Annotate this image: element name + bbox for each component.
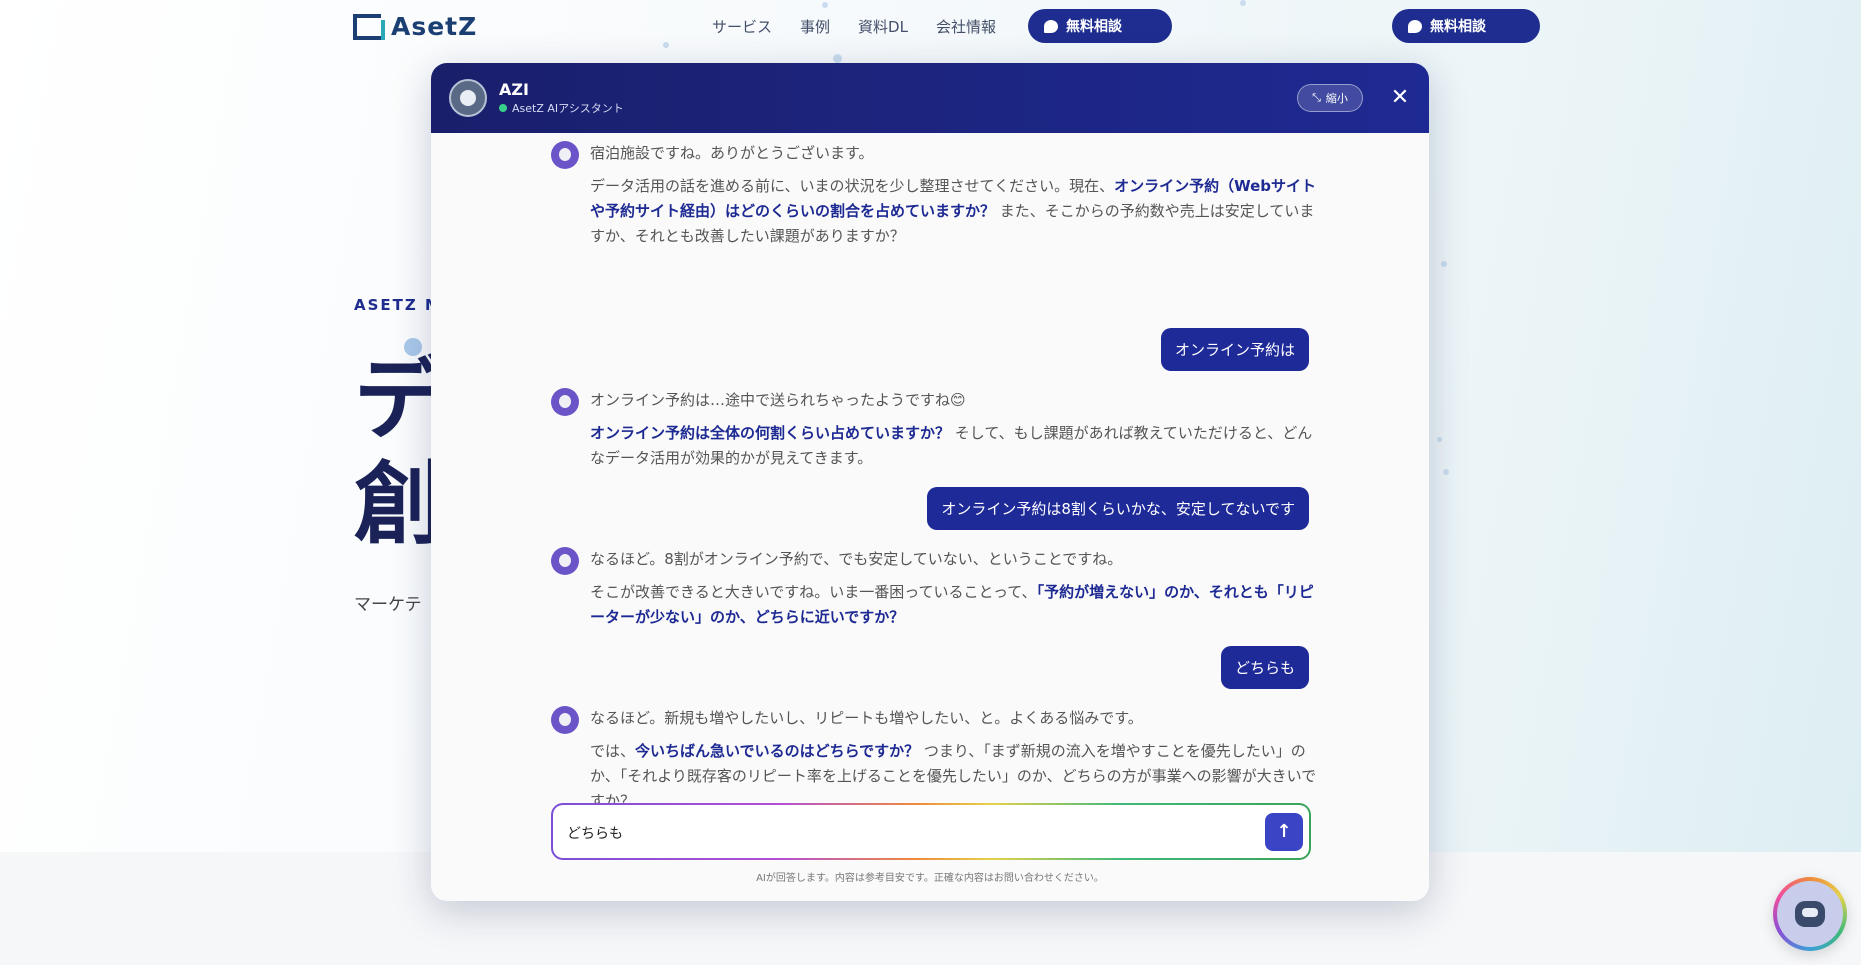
shrink-label: 縮小 bbox=[1325, 92, 1348, 105]
bot-avatar-icon bbox=[551, 141, 579, 169]
free-consult-label: 無料相談 bbox=[1430, 19, 1486, 35]
shrink-arrows-icon: ⤡ bbox=[1312, 91, 1321, 104]
robot-icon bbox=[1777, 881, 1843, 947]
bot-message-text: オンライン予約は…途中で送られちゃったようですね😊 オンライン予約は全体の何割く… bbox=[590, 388, 1320, 479]
highlight-text: オンライン予約は全体の何割くらい占めていますか？ bbox=[590, 424, 951, 442]
bot-message-line: そこが改善できると大きいですね。いま一番困っていることって、「予約が増えない」の… bbox=[590, 583, 1314, 626]
chat-header: AZI AsetZ AIアシスタント ⤡ 縮小 ✕ bbox=[431, 63, 1429, 133]
bot-message-line: なるほど。新規も増やしたいし、リピートも増やしたい、と。よくある悩みです。 bbox=[590, 709, 1143, 727]
online-status-icon bbox=[499, 104, 507, 112]
bot-message-line: データ活用の話を進める前に、いまの状況を少し整理させてください。現在、オンライン… bbox=[590, 177, 1317, 245]
bot-message-line: オンライン予約は全体の何割くらい占めていますか？ そして、もし課題があれば教えて… bbox=[590, 424, 1313, 467]
free-consult-button-right[interactable]: 無料相談 bbox=[1392, 9, 1540, 43]
chat-modal: AZI AsetZ AIアシスタント ⤡ 縮小 ✕ 宿泊施設ですね。ありがとうご… bbox=[431, 63, 1429, 901]
bot-message-line: 宿泊施設ですね。ありがとうございます。 bbox=[590, 144, 874, 162]
nav-item-cases[interactable]: 事例 bbox=[800, 16, 830, 37]
shrink-button[interactable]: ⤡ 縮小 bbox=[1297, 84, 1363, 112]
bot-avatar-icon bbox=[551, 547, 579, 575]
message-input-frame: ↑ bbox=[551, 803, 1311, 860]
user-message: オンライン予約は8割くらいかな、安定してないです bbox=[927, 487, 1309, 530]
chat-bubble-icon bbox=[1044, 19, 1058, 33]
nav-item-company[interactable]: 会社情報 bbox=[936, 16, 996, 37]
decor-dot bbox=[1437, 437, 1442, 442]
ai-disclaimer: AIが回答します。内容は参考目安です。正確な内容はお問い合わせください。 bbox=[756, 873, 1104, 884]
decor-dot bbox=[1441, 261, 1447, 267]
decor-dot bbox=[1443, 469, 1449, 475]
bot-status-label: AsetZ AIアシスタント bbox=[512, 102, 624, 115]
message-list[interactable]: 宿泊施設ですね。ありがとうございます。 データ活用の話を進める前に、いまの状況を… bbox=[431, 133, 1429, 813]
highlight-text: 今いちばん急いでいるのはどちらですか？ bbox=[635, 742, 920, 760]
send-button[interactable]: ↑ bbox=[1265, 813, 1303, 851]
message-input[interactable] bbox=[565, 805, 1249, 860]
hero-subtitle: マーケテ bbox=[354, 595, 422, 615]
main-nav: サービス 事例 資料DL 会社情報 bbox=[712, 16, 1024, 37]
free-consult-label: 無料相談 bbox=[1066, 19, 1122, 35]
bot-name: AZI bbox=[499, 80, 529, 99]
bot-message-text: なるほど。8割がオンライン予約で、でも安定していない、ということですね。 そこが… bbox=[590, 547, 1320, 638]
nav-item-services[interactable]: サービス bbox=[712, 16, 772, 37]
site-header: AsetZ サービス 事例 資料DL 会社情報 無料相談 無料相談 bbox=[0, 0, 1861, 52]
logo-mark-icon bbox=[353, 13, 385, 40]
bot-avatar-icon bbox=[449, 79, 487, 117]
free-consult-button[interactable]: 無料相談 bbox=[1028, 9, 1172, 43]
chat-bubble-icon bbox=[1408, 19, 1422, 33]
message-input-box: ↑ bbox=[553, 805, 1309, 860]
close-button[interactable]: ✕ bbox=[1385, 83, 1415, 113]
bot-avatar-icon bbox=[551, 706, 579, 734]
bot-status: AsetZ AIアシスタント bbox=[499, 100, 624, 116]
decor-dot bbox=[833, 54, 842, 63]
chat-launcher-button[interactable] bbox=[1773, 877, 1847, 951]
bot-avatar-icon bbox=[551, 388, 579, 416]
hero-eyebrow: ASETZ M bbox=[354, 296, 442, 314]
site-logo[interactable]: AsetZ bbox=[353, 12, 477, 41]
nav-item-downloads[interactable]: 資料DL bbox=[858, 16, 908, 37]
bot-message-text: 宿泊施設ですね。ありがとうございます。 データ活用の話を進める前に、いまの状況を… bbox=[590, 141, 1320, 257]
user-message: どちらも bbox=[1220, 646, 1309, 689]
user-message: オンライン予約は bbox=[1160, 328, 1309, 371]
bot-message-line: なるほど。8割がオンライン予約で、でも安定していない、ということですね。 bbox=[590, 550, 1123, 568]
logo-text: AsetZ bbox=[391, 12, 478, 41]
bot-message-line: オンライン予約は…途中で送られちゃったようですね😊 bbox=[590, 391, 966, 409]
